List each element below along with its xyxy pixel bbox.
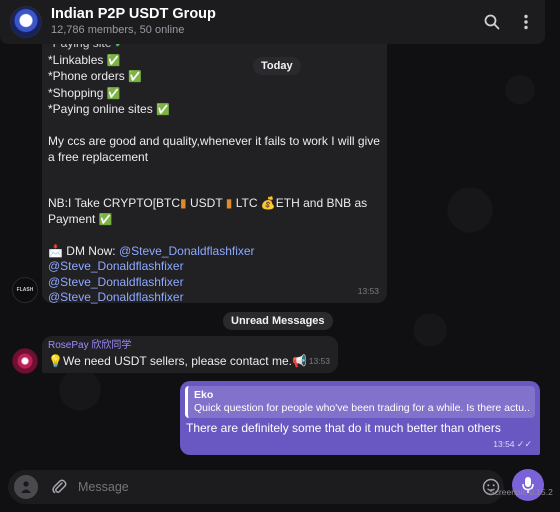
sender-name[interactable]: RosePay 欣欣同学: [48, 340, 131, 352]
reply-sender: Eko: [194, 389, 214, 401]
unread-messages-pill: Unread Messages: [223, 312, 333, 330]
message-time: 13:53: [308, 355, 330, 366]
reply-text: Quick question for people who've been tr…: [194, 402, 529, 414]
message-line: *Shopping ✅: [48, 85, 121, 100]
mailbox-icon: 📩: [48, 243, 63, 258]
message-status: 13:54 ✓✓: [493, 438, 532, 449]
message-text: 💡We need USDT sellers, please contact me…: [48, 354, 307, 368]
message-bubble[interactable]: *Paying site ✔ *Linkables ✅ *Phone order…: [42, 30, 387, 304]
chat-header[interactable]: Indian P2P USDT Group 12,786 members, 50…: [0, 0, 545, 44]
dm-line: 📩 DM Now: @Steve_Donaldflashfixer: [48, 243, 255, 258]
lightbulb-icon: 💡: [48, 354, 63, 368]
mention-link[interactable]: @Steve_Donaldflashfixer: [48, 259, 184, 273]
member-count: 12,786 members, 50 online: [51, 24, 185, 36]
payment-line: NB:I Take CRYPTO[BTC▮ USDT ▮ LTC 💰ETH an…: [48, 196, 368, 226]
sender-avatar[interactable]: [12, 348, 38, 374]
more-menu-icon[interactable]: [513, 9, 539, 35]
message-bubble-outgoing[interactable]: Eko Quick question for people who've bee…: [180, 381, 540, 455]
watermark: Screenpic 0.15.2: [489, 487, 553, 497]
mention-link[interactable]: @Steve_Donaldflashfixer: [48, 290, 184, 304]
message-text: There are definitely some that do it muc…: [186, 421, 501, 435]
mention-link[interactable]: @Steve_Donaldflashfixer: [48, 275, 184, 289]
group-avatar[interactable]: [10, 6, 42, 38]
reply-preview[interactable]: Eko Quick question for people who've bee…: [185, 386, 535, 418]
message-body: My ccs are good and quality,whenever it …: [48, 134, 380, 164]
message-input[interactable]: [78, 477, 458, 497]
attach-icon[interactable]: [51, 478, 67, 501]
mention-link[interactable]: @Steve_Donaldflashfixer: [119, 244, 255, 258]
sender-avatar[interactable]: FLASH: [12, 277, 38, 303]
composer: [0, 464, 560, 512]
double-check-icon: ✓✓: [516, 438, 532, 449]
message-input-bar[interactable]: [8, 470, 504, 504]
user-avatar[interactable]: [14, 475, 38, 499]
message-line: *Linkables ✅: [48, 52, 121, 67]
message-line: *Paying online sites ✅: [48, 102, 170, 116]
group-title[interactable]: Indian P2P USDT Group: [51, 6, 216, 23]
message-bubble[interactable]: RosePay 欣欣同学 💡We need USDT sellers, plea…: [42, 336, 338, 373]
message-line: *Phone orders ✅: [48, 69, 142, 83]
message-time: 13:53: [357, 285, 379, 296]
megaphone-icon: 📢: [291, 354, 307, 368]
date-pill: Today: [253, 57, 301, 75]
search-icon[interactable]: [479, 9, 505, 35]
